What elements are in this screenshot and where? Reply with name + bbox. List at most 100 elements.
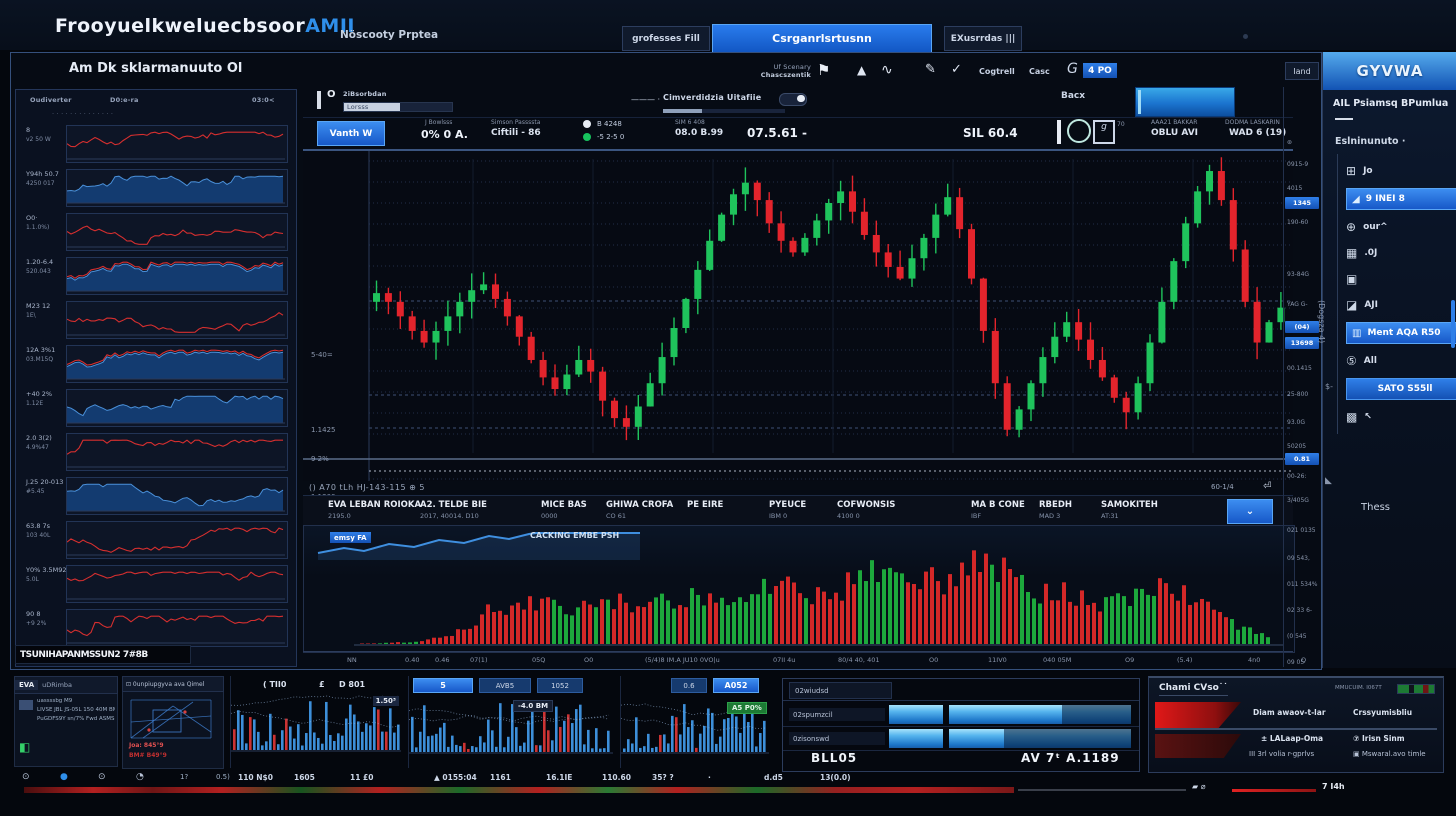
gauge-long-bar[interactable] xyxy=(949,705,1131,724)
topbar-button-1[interactable]: grofesses Fill xyxy=(622,26,710,51)
sidebar-action-button[interactable]: SATO S55ll xyxy=(1346,378,1456,400)
watchlist-row[interactable]: Y94h 50.74250 017 xyxy=(20,166,290,208)
pencil-icon[interactable]: ✎ xyxy=(925,62,936,77)
casc-label[interactable]: Casc xyxy=(1029,67,1050,76)
chat-bubble-icon[interactable] xyxy=(1067,119,1091,143)
footer-bar: ⊙●⊙◔1?0.5) 110 N$0160511 £0▲ 0155:041161… xyxy=(0,770,1456,796)
stat5-value: SIL 60.4 xyxy=(963,126,1018,140)
volume-chart-area[interactable]: emsy FA CACKING EMBE PSH xyxy=(303,525,1295,653)
price-scale-label: 93-84G xyxy=(1287,271,1309,278)
footer-status-icon[interactable]: ◔ xyxy=(136,772,144,782)
watchlist-row[interactable]: 2.0 3(2)4.9%47 xyxy=(20,430,290,472)
mini3-badge: A5 P0% xyxy=(727,702,767,714)
chart-type-icon[interactable]: ▲ xyxy=(857,63,866,77)
sidebar-menu-item[interactable]: ◢9 INEI 8 xyxy=(1346,188,1456,210)
overlay-toggle[interactable] xyxy=(779,93,807,106)
sidebar-menu: ⊞Jo ◢9 INEI 8 ⊕our^ ▦.0J ▣ ◪AJI ▥Ment AQA R50 ⑤… xyxy=(1337,154,1456,434)
topbar-button-primary[interactable]: Csrganrlsrtusnn xyxy=(712,24,932,53)
mini3-button-1[interactable]: 0.6 xyxy=(671,678,707,693)
mini2-button-2[interactable]: AVB5 xyxy=(479,678,531,693)
watchlist-row[interactable]: 1.20-6.4520.043 xyxy=(20,254,290,296)
watchlist-row[interactable]: J.25 20-013#5.45 xyxy=(20,474,290,516)
line-tag[interactable]: emsy FA xyxy=(330,532,371,543)
badge-4po[interactable]: 4 PO xyxy=(1083,63,1117,78)
timeframe-button[interactable]: Vanth W xyxy=(317,121,385,146)
watchlist-sparkline xyxy=(66,389,288,427)
sidebar-chevron[interactable]: ◣ xyxy=(1325,476,1332,486)
watchlist-row[interactable]: Y0% 3.5M925.0L xyxy=(20,562,290,604)
candlestick-chart[interactable] xyxy=(303,151,1293,481)
sidebar-menu-item[interactable]: ▣ xyxy=(1346,270,1456,288)
gauge-tab[interactable]: 02wiudsd xyxy=(789,682,892,699)
mini2-button-1[interactable]: 5 xyxy=(413,678,473,693)
footer-status-icon[interactable]: ● xyxy=(60,772,68,782)
watchlist-row[interactable]: +40 2%1.12E xyxy=(20,386,290,428)
watchlist-row[interactable]: 90 8+9 2% xyxy=(20,606,290,648)
wave-icon[interactable]: ∿ xyxy=(881,62,893,78)
footer-red-line xyxy=(1232,789,1316,792)
sidebar-menu-item[interactable]: ⊞Jo xyxy=(1346,162,1456,180)
wireframe-body[interactable]: Joa: 845°9 BM# B49°9 xyxy=(122,692,224,769)
note-box-icon[interactable]: g xyxy=(1093,120,1115,144)
sidebar-menu-item[interactable]: ▩↖ xyxy=(1346,408,1456,426)
stat6-value: OBLU AVI xyxy=(1151,128,1198,138)
price-tag: 0.81 xyxy=(1285,453,1319,465)
cogtrell-label[interactable]: Cogtrell xyxy=(979,67,1015,76)
watchlist-row-sublabel: 03.M15Q xyxy=(26,356,53,363)
footer-status-icon[interactable]: ⊙ xyxy=(98,772,106,782)
watchlist-header-right[interactable]: 03:0< xyxy=(252,96,275,104)
info-r2c2[interactable]: ⑦ Irisn Sinm xyxy=(1353,734,1405,743)
mini2-body[interactable]: -4.0 BM xyxy=(409,694,617,756)
topbar-button-3[interactable]: EXusrrdas ||| xyxy=(944,26,1022,51)
gauge-long-bar[interactable] xyxy=(949,729,1131,748)
info-r3c1[interactable]: III 3rl volia r-gprlvs xyxy=(1249,750,1314,758)
footer-number: 35? ? xyxy=(652,773,674,782)
info-r1c1[interactable]: Diam awaov-t-lar xyxy=(1253,708,1326,717)
mini3-button-2[interactable]: A052 xyxy=(713,678,759,693)
news-body[interactable]: uassssbg M9LIVSE JBL JS-05L 150 40M BMA6… xyxy=(14,694,118,767)
menu-item-label: All xyxy=(1364,356,1377,366)
flag-icon[interactable]: ⚑ xyxy=(817,61,830,79)
iand-button[interactable]: Iand xyxy=(1285,62,1319,80)
watchlist-header-mid[interactable]: D0:e-ra xyxy=(110,96,139,104)
news-chip-icon[interactable]: ◧ xyxy=(19,740,30,754)
info-header: Chami CVso˙˙ xyxy=(1159,683,1228,696)
gauge-rows: 02spumzcil0zisonswd xyxy=(783,703,1139,751)
sidebar-menu-item[interactable]: ▥Ment AQA R50 xyxy=(1346,322,1456,344)
info-r2c1[interactable]: ± LALaap-Oma xyxy=(1261,734,1323,743)
watchlist-header-left[interactable]: Oudiverter xyxy=(30,96,72,104)
footer-status-icon[interactable]: ⊙ xyxy=(22,772,30,782)
sidebar-menu-item[interactable]: ⊕our^ xyxy=(1346,218,1456,236)
sidebar-menu-item[interactable]: ◪AJI xyxy=(1346,296,1456,314)
chart-footer-note: () A70 tLh HJ-143-115 ⊕ 5 xyxy=(309,483,425,492)
lower-column-label: MA B CONE xyxy=(971,500,1025,510)
volume-histogram[interactable] xyxy=(304,526,1292,650)
check-icon[interactable]: ✓ xyxy=(951,62,962,77)
sidebar-lower-label[interactable]: Thess xyxy=(1361,502,1390,513)
sidebar-scrollbar[interactable] xyxy=(1451,300,1455,348)
dashes: ——— · xyxy=(631,95,660,104)
watchlist-row[interactable]: 12A 3%103.M15Q xyxy=(20,342,290,384)
mini3-body[interactable]: A5 P0% xyxy=(621,694,773,756)
watchlist-row[interactable]: M23 121E\ xyxy=(20,298,290,340)
lower-column-label: SAMOKITEH xyxy=(1101,500,1158,510)
sidebar-menu-item[interactable]: ⑤All xyxy=(1346,352,1456,370)
news-line: uassssbg M9 xyxy=(37,698,115,704)
lower-column: GHIWA CROFACO 61 xyxy=(606,500,673,520)
mini2-button-3[interactable]: 1052 xyxy=(537,678,583,693)
watchlist-row[interactable]: 8v2 50 W xyxy=(20,122,290,164)
return-icon[interactable]: ⏎ xyxy=(1263,481,1271,492)
blue-display[interactable] xyxy=(1135,87,1235,117)
x-axis-tick: O9 xyxy=(1125,656,1134,664)
lower-panel-expand-button[interactable]: ⌄ xyxy=(1227,499,1273,524)
watchlist-row[interactable]: 63.8 7s103 40L xyxy=(20,518,290,560)
watchlist-row[interactable]: O0·1.1.0%) xyxy=(20,210,290,252)
mini1-body[interactable]: 1.50³ xyxy=(231,692,405,754)
info-r3c2[interactable]: ▣ Mswaral.avo timle xyxy=(1353,750,1426,758)
watchlist-row-label: 90 8 xyxy=(26,610,40,618)
main-chart-area[interactable]: 5-40=1.14259 2%1.130005000 xyxy=(303,151,1293,481)
info-r1c2[interactable]: Crssyumisbliu xyxy=(1353,708,1412,717)
wireframe-header[interactable]: ⊡ 0unpiupgyva ava Qimel xyxy=(122,676,224,692)
sidebar-menu-item[interactable]: ▦.0J xyxy=(1346,244,1456,262)
price-scale[interactable]: ⊛0915-940151345190-6093-84GYAG G-(04)136… xyxy=(1283,87,1321,667)
